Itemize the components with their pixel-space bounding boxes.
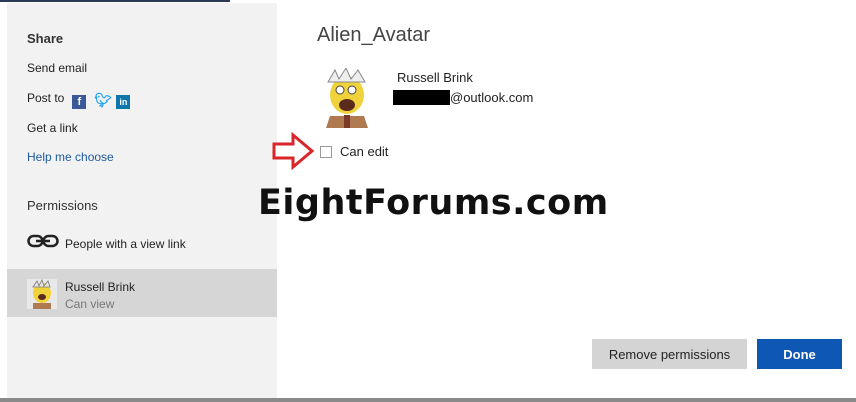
email-redaction [393,90,450,105]
bottom-border [0,398,856,402]
permission-user-name: Russell Brink [65,280,136,294]
top-dark-strip [0,0,230,2]
permission-entry-row[interactable]: Russell Brink Can view [7,269,277,317]
share-heading: Share [27,31,64,46]
arrow-icon [272,132,315,170]
sidebar: Share Send email Post to f 🐦︎ in Get a link… [7,3,277,398]
link-icon [27,234,59,248]
permission-user-role: Can view [65,297,115,311]
remove-permissions-button[interactable]: Remove permissions [592,339,747,369]
can-edit-label: Can edit [340,144,389,159]
user-name: Russell Brink [397,70,473,85]
user-avatar [318,68,376,128]
get-link-item[interactable]: Get a link [27,121,78,135]
help-me-choose-link[interactable]: Help me choose [27,150,114,164]
linkedin-icon[interactable]: in [116,95,131,109]
facebook-icon[interactable]: f [72,95,87,109]
watermark: EightForums.com [258,183,609,223]
post-to-item[interactable]: Post to f 🐦︎ in [27,91,131,109]
permissions-heading: Permissions [27,198,98,213]
page-title: Alien_Avatar [317,24,431,46]
avatar [27,279,57,309]
can-edit-checkbox[interactable] [320,146,332,158]
post-to-label: Post to [27,91,65,105]
twitter-icon[interactable]: 🐦︎ [94,93,112,107]
user-email: @outlook.com [450,90,534,105]
send-email-item[interactable]: Send email [27,61,87,75]
done-button[interactable]: Done [757,339,842,369]
view-link-permission[interactable]: People with a view link [65,237,186,251]
